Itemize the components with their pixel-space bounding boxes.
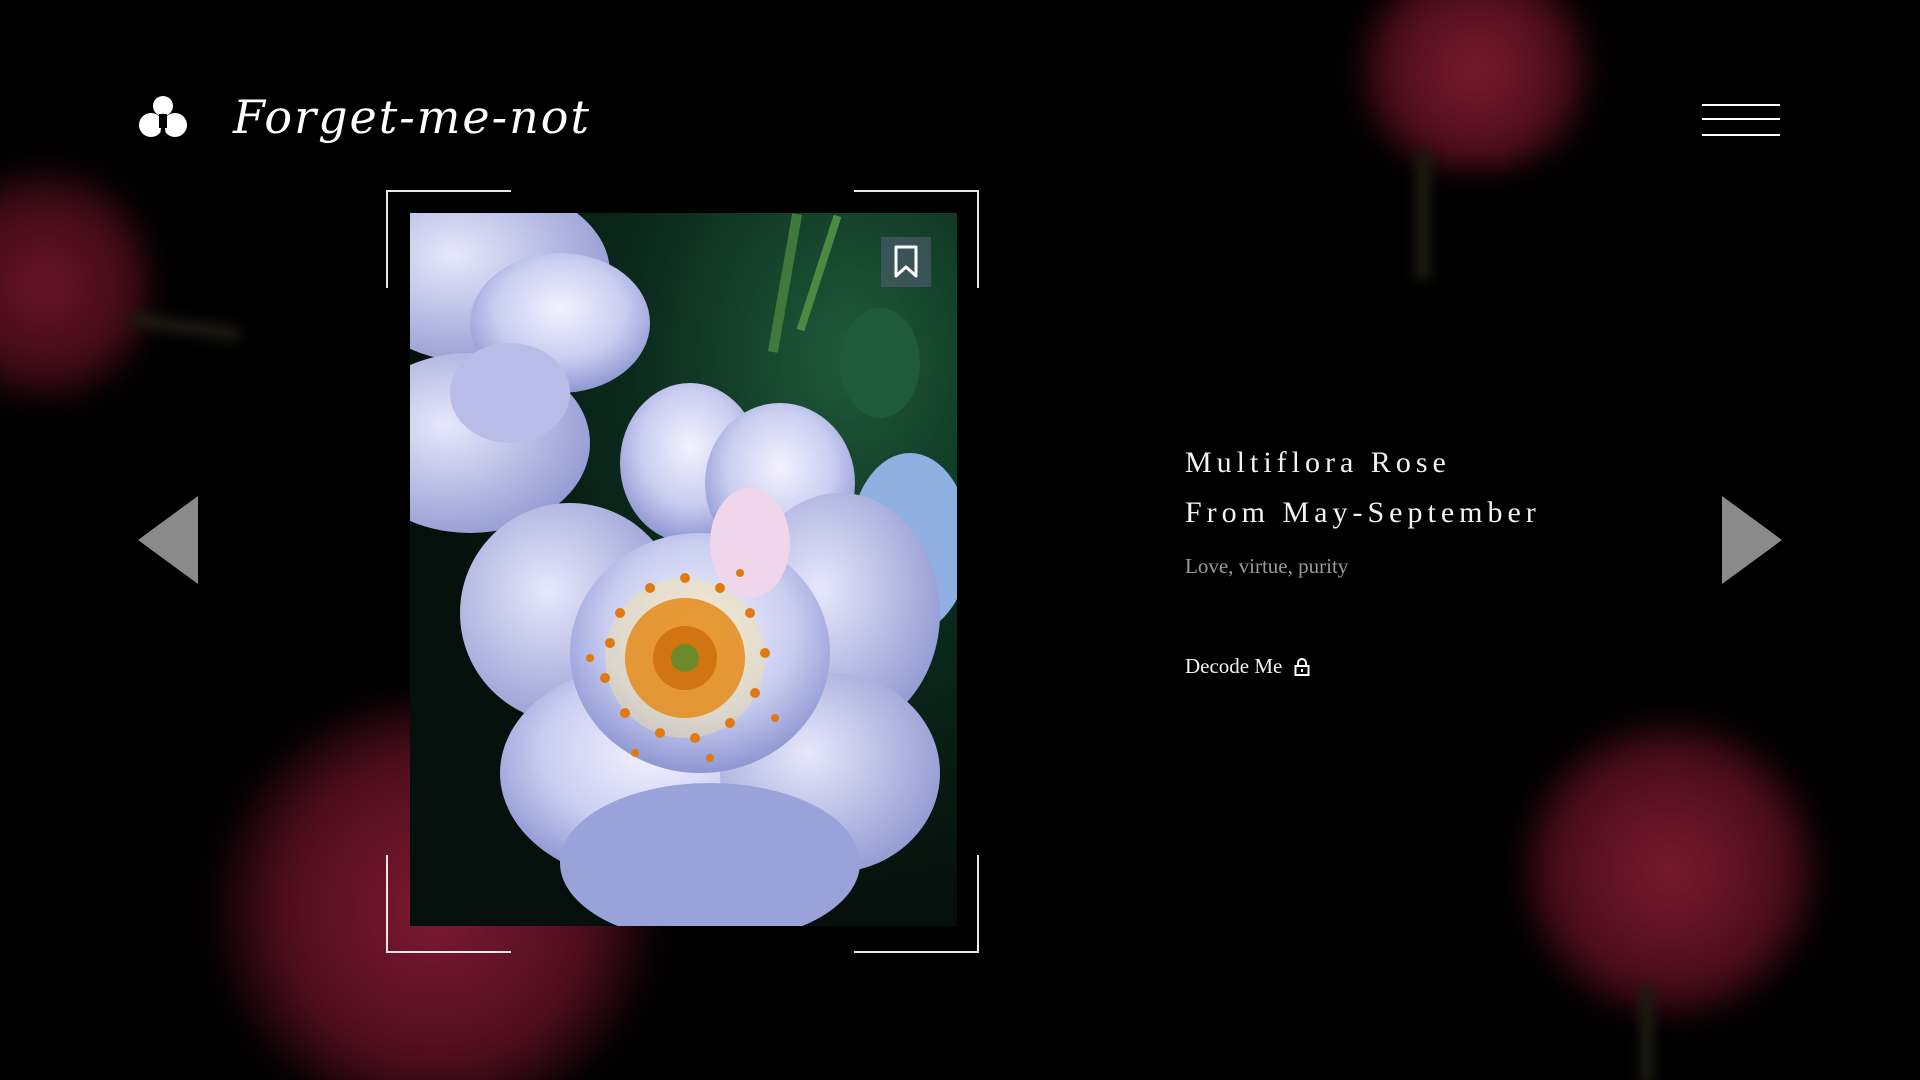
decode-me-button[interactable]: Decode Me xyxy=(1185,654,1310,679)
flower-info: Multiflora Rose From May-September Love,… xyxy=(1185,438,1541,579)
triangle-left-icon[interactable] xyxy=(138,496,198,584)
rose-illustration xyxy=(410,213,957,926)
bookmark-icon xyxy=(894,245,918,278)
flower-season: From May-September xyxy=(1185,496,1541,529)
flower-photo xyxy=(410,213,957,926)
bg-stem-bottom-right xyxy=(1640,985,1654,1080)
bg-rose-bottom-right xyxy=(1520,720,1820,1020)
brand-name: Forget-me-not xyxy=(233,90,591,144)
bg-rose-left xyxy=(0,160,150,410)
page: Forget-me-not Multiflora Rose From May-S… xyxy=(0,0,1920,1080)
decode-label: Decode Me xyxy=(1185,654,1283,678)
bg-stem-left xyxy=(129,312,241,342)
bg-rose-top-right xyxy=(1345,0,1605,170)
bg-stem-top-right xyxy=(1415,150,1431,280)
flower-title: Multiflora Rose xyxy=(1185,446,1451,479)
brand[interactable]: Forget-me-not xyxy=(138,90,591,144)
trefoil-logo-icon xyxy=(139,96,187,137)
lock-icon xyxy=(1294,657,1310,676)
flower-meaning: Love, virtue, purity xyxy=(1185,554,1349,578)
hamburger-menu-icon[interactable] xyxy=(1702,104,1780,138)
triangle-right-icon[interactable] xyxy=(1722,496,1782,584)
bookmark-button[interactable] xyxy=(881,237,931,287)
